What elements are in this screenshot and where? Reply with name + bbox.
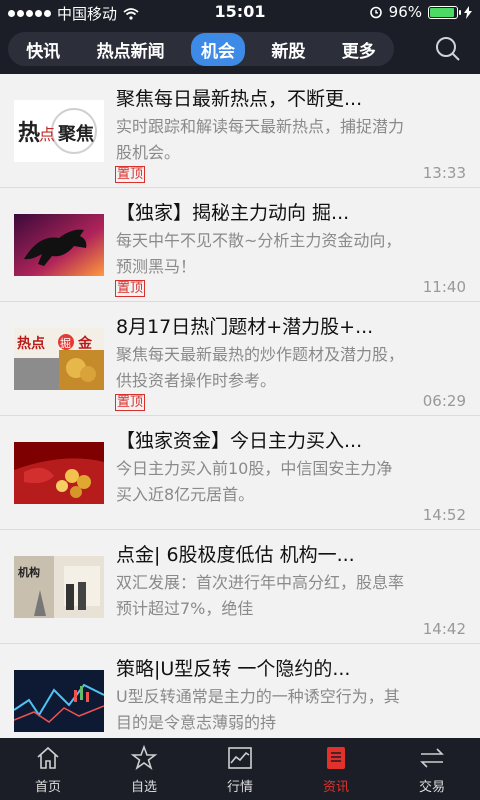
nav-watchlist[interactable]: 自选 [96,738,192,800]
news-summary: 今日主力买入前10股，中信国安主力净买入近8亿元居首。 [116,459,393,504]
news-title: 8月17日热门题材+潜力股+... [116,316,374,338]
news-item[interactable]: 【独家】揭秘主力动向 掘... 每天中午不见不散~分析主力资金动向，预测黑马！ … [0,188,480,302]
search-icon[interactable] [434,35,462,63]
battery-percent: 96% [388,3,422,21]
nav-label: 自选 [130,779,157,795]
pinned-badge: 置顶 [115,166,146,183]
news-time: 11:40 [422,278,466,296]
news-item[interactable]: 热 点 聚焦 聚焦每日最新热点，不断更... 实时跟踪和解读每天最新热点，捕捉潜… [0,74,480,188]
star-icon [130,744,158,770]
nav-label: 资讯 [322,779,349,795]
tab-more[interactable]: 更多 [332,33,386,66]
news-title: 点金| 6股极度低估 机构一... [116,544,355,566]
news-thumbnail [14,670,104,732]
chart-icon [228,746,252,769]
transfer-icon [420,747,444,768]
news-thumbnail [14,442,104,504]
news-thumbnail: 机构 [14,556,104,618]
svg-text:聚焦: 聚焦 [57,123,94,145]
news-icon [327,746,345,769]
news-summary: 双汇发展：首次进行年中高分红，股息率预计超过7%，绝佳 [116,573,405,618]
news-time: 14:42 [422,620,466,638]
nav-trade[interactable]: 交易 [384,738,480,800]
news-title: 【独家】揭秘主力动向 掘... [116,202,350,224]
battery-icon [428,5,461,19]
pinned-badge: 置顶 [115,394,146,411]
news-summary: 每天中午不见不散~分析主力资金动向，预测黑马！ [116,231,402,276]
news-item[interactable]: 【独家资金】今日主力买入... 今日主力买入前10股，中信国安主力净买入近8亿元… [0,416,480,530]
pinned-badge: 置顶 [115,280,146,297]
news-list: 热 点 聚焦 聚焦每日最新热点，不断更... 实时跟踪和解读每天最新热点，捕捉潜… [0,74,480,738]
svg-text:热点: 热点 [17,335,45,352]
status-right: 96% [369,3,472,21]
svg-text:掘: 掘 [60,336,71,350]
news-time: 14:52 [422,506,466,524]
tab-opportunity[interactable]: 机会 [190,32,245,66]
nav-market[interactable]: 行情 [192,738,288,800]
news-time: 06:29 [422,392,466,410]
news-item[interactable]: 热点 掘 金 8月17日热门题材+潜力股+... 聚焦每天最新最热的炒作题材及潜… [0,302,480,416]
charging-icon [464,5,472,19]
news-title: 聚焦每日最新热点，不断更... [116,88,363,110]
status-bar: 中国移动 15:01 96% [0,0,480,24]
svg-text:热: 热 [18,120,40,146]
news-thumbnail: 热 点 聚焦 [14,100,104,162]
nav-label: 首页 [34,779,61,795]
news-title: 【独家资金】今日主力买入... [116,430,363,452]
svg-text:点: 点 [39,125,55,144]
nav-label: 交易 [418,779,445,795]
news-thumbnail: 热点 掘 金 [14,328,104,390]
tab-flash[interactable]: 快讯 [16,33,70,66]
svg-text:金: 金 [77,335,93,352]
nav-home[interactable]: 首页 [0,738,96,800]
news-title: 策略|U型反转 一个隐约的... [116,658,351,680]
news-item[interactable]: 策略|U型反转 一个隐约的... U型反转通常是主力的一种诱空行为，其目的是令意… [0,644,480,738]
category-tabs: 快讯 热点新闻 机会 新股 更多 [8,32,394,66]
top-nav: 快讯 热点新闻 机会 新股 更多 [0,24,480,74]
svg-text:机构: 机构 [18,565,40,579]
news-summary: 聚焦每天最新最热的炒作题材及潜力股，供投资者操作时参考。 [116,345,405,390]
bottom-nav: 首页 自选 行情 资讯 交易 [0,738,480,800]
alarm-icon [369,6,382,19]
home-icon [37,746,59,769]
news-item[interactable]: 机构 点金| 6股极度低估 机构一... 双汇发展：首次进行年中高分红，股息率预… [0,530,480,644]
news-thumbnail [14,214,104,276]
news-summary: 实时跟踪和解读每天最新热点，捕捉潜力股机会。 [116,117,405,162]
nav-label: 行情 [226,779,253,795]
news-time: 13:33 [422,164,466,182]
tab-hot-news[interactable]: 热点新闻 [87,33,175,66]
tab-new-stock[interactable]: 新股 [261,33,315,66]
nav-news[interactable]: 资讯 [288,738,384,800]
news-summary: U型反转通常是主力的一种诱空行为，其目的是令意志薄弱的持 [116,687,400,732]
